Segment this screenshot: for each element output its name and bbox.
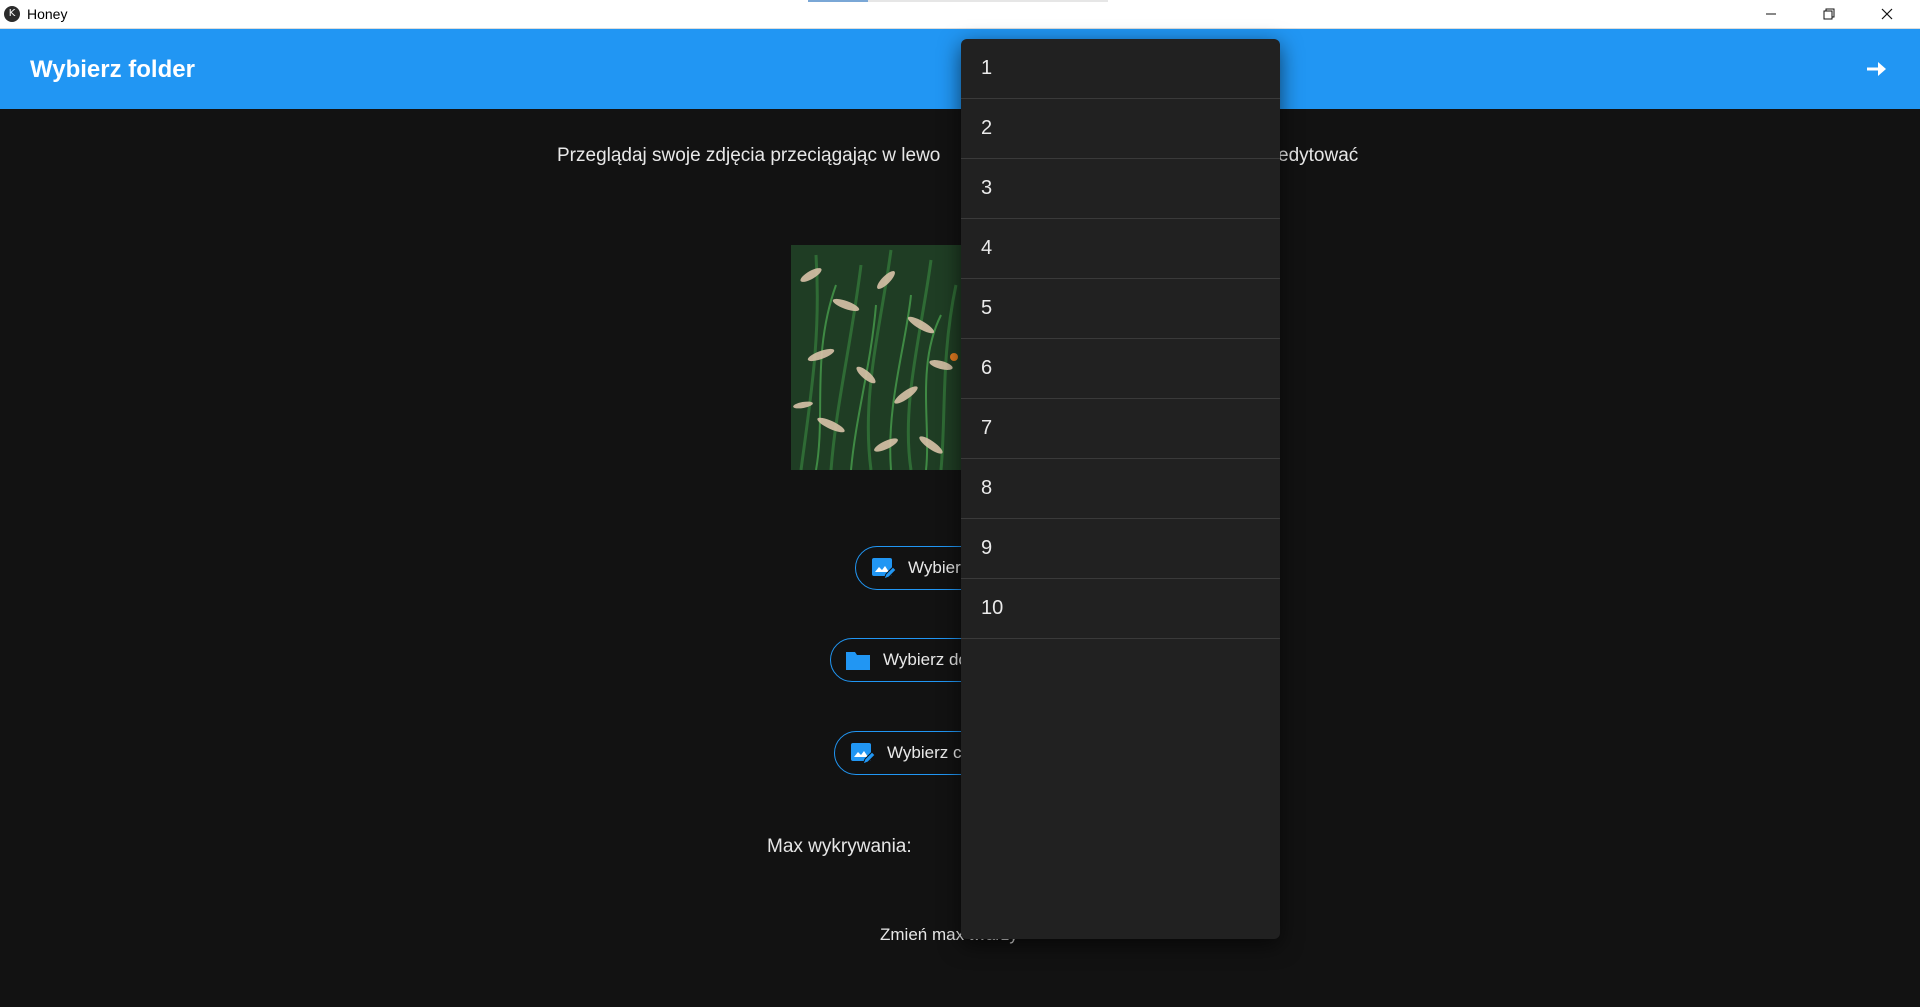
dropdown-option[interactable]: 8	[961, 459, 1280, 519]
app-bar: Wybierz folder	[0, 29, 1920, 109]
restore-icon	[1823, 8, 1835, 20]
close-icon	[1881, 8, 1893, 20]
page-title: Wybierz folder	[30, 56, 195, 83]
select-folder-button-label: Wybierz do	[883, 650, 968, 669]
dropdown-option[interactable]: 2	[961, 99, 1280, 159]
dropdown-option[interactable]: 10	[961, 579, 1280, 639]
grass-photo	[791, 245, 961, 470]
dropdown-option[interactable]: 9	[961, 519, 1280, 579]
instruction-right: edytować	[1278, 145, 1359, 166]
max-detection-dropdown[interactable]: 1 2 3 4 5 6 7 8 9 10	[961, 39, 1280, 939]
restore-button[interactable]	[1800, 0, 1858, 28]
dropdown-option[interactable]: 6	[961, 339, 1280, 399]
dropdown-option[interactable]: 3	[961, 159, 1280, 219]
dropdown-option[interactable]: 1	[961, 39, 1280, 99]
dropdown-option[interactable]: 5	[961, 279, 1280, 339]
dropdown-option[interactable]: 4	[961, 219, 1280, 279]
window-title-bar: K Honey	[0, 0, 1920, 29]
instruction-left: Przeglądaj swoje zdjęcia przeciągając w …	[557, 145, 941, 166]
max-detection-label: Max wykrywania:	[767, 836, 912, 857]
minimize-button[interactable]	[1742, 0, 1800, 28]
window-title: Honey	[27, 6, 68, 22]
folder-icon	[846, 652, 870, 670]
app-logo-icon: K	[4, 6, 20, 22]
edit-image-icon	[851, 743, 875, 765]
arrow-right-icon	[1867, 62, 1886, 76]
dropdown-option[interactable]: 7	[961, 399, 1280, 459]
edit-image-icon	[872, 558, 896, 580]
select-other-button-label: Wybierz c	[887, 743, 962, 762]
next-button[interactable]	[1856, 49, 1896, 89]
photo-preview[interactable]	[791, 245, 961, 470]
minimize-icon	[1766, 13, 1776, 15]
close-button[interactable]	[1858, 0, 1916, 28]
title-bar-accent	[808, 0, 868, 2]
